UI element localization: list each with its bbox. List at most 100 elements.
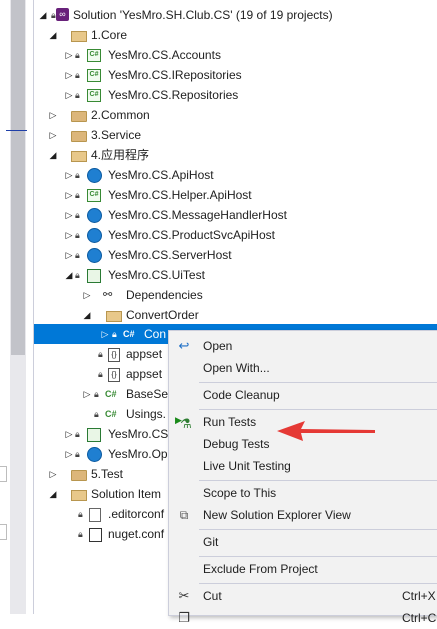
tree-row-project[interactable]: ▷ 🔒︎ YesMro.CS.ApiHost xyxy=(34,165,437,185)
tree-row-project[interactable]: ◢ 🔒︎ YesMro.CS.UiTest xyxy=(34,265,437,285)
file-label: appset xyxy=(126,347,163,361)
nuget-config-file-icon xyxy=(89,528,102,542)
expand-icon[interactable]: ▷ xyxy=(64,65,74,85)
lock-icon: 🔒︎ xyxy=(75,90,80,100)
tree-row-project[interactable]: ▷ 🔒︎ C# YesMro.CS.Helper.ApiHost xyxy=(34,185,437,205)
tree-row-project[interactable]: ▷ 🔒︎ C# YesMro.CS.Accounts xyxy=(34,45,437,65)
left-position-marker xyxy=(6,130,27,131)
dependencies-label: Dependencies xyxy=(126,288,203,302)
collapse-icon[interactable]: ◢ xyxy=(48,25,58,45)
expand-icon[interactable]: ▷ xyxy=(82,285,92,305)
project-label: YesMro.CS xyxy=(108,427,169,441)
lock-icon: 🔒︎ xyxy=(98,349,103,359)
csharp-file-icon: C# xyxy=(123,329,135,339)
web-project-icon xyxy=(87,208,102,223)
tree-row-folder[interactable]: ▷ 3.Service xyxy=(34,125,437,145)
project-label: YesMro.CS.Accounts xyxy=(108,48,221,62)
project-label: YesMro.CS.Helper.ApiHost xyxy=(108,188,252,202)
tree-row-folder[interactable]: ▷ 2.Common xyxy=(34,105,437,125)
menu-item-live-unit-testing[interactable]: Live Unit Testing xyxy=(169,455,437,477)
expand-icon[interactable]: ▷ xyxy=(64,245,74,265)
lock-icon: 🔒︎ xyxy=(75,449,80,459)
left-edge-box xyxy=(0,466,7,482)
collapse-icon[interactable]: ◢ xyxy=(64,265,74,285)
expand-icon[interactable]: ▷ xyxy=(64,45,74,65)
tree-row-folder[interactable]: ◢ 1.Core xyxy=(34,25,437,45)
left-scrollbar-thumb[interactable] xyxy=(11,0,25,355)
json-file-icon: {} xyxy=(108,368,120,382)
lock-icon: 🔒︎ xyxy=(75,250,80,260)
menu-item-git[interactable]: Git xyxy=(169,531,437,553)
menu-item-exclude-from-project[interactable]: Exclude From Project xyxy=(169,558,437,580)
menu-item-code-cleanup[interactable]: Code Cleanup xyxy=(169,384,437,406)
menu-separator xyxy=(199,529,437,530)
tree-row-project[interactable]: ▷ 🔒︎ C# YesMro.CS.IRepositories xyxy=(34,65,437,85)
tree-row-project[interactable]: ▷ 🔒︎ YesMro.CS.MessageHandlerHost xyxy=(34,205,437,225)
lock-icon: 🔒︎ xyxy=(75,210,80,220)
lock-icon: 🔒︎ xyxy=(75,50,80,60)
menu-item-open-with[interactable]: Open With... xyxy=(169,357,437,379)
lock-icon: 🔒︎ xyxy=(75,230,80,240)
lock-icon: 🔒︎ xyxy=(75,170,80,180)
lock-icon: 🔒︎ xyxy=(78,529,83,539)
collapse-icon[interactable]: ◢ xyxy=(38,5,48,25)
left-edge-box xyxy=(0,524,7,540)
menu-item-scope-to-this[interactable]: Scope to This xyxy=(169,482,437,504)
menu-item-new-solution-explorer-view[interactable]: ⧉ New Solution Explorer View xyxy=(169,504,437,526)
collapse-icon[interactable]: ◢ xyxy=(48,145,58,165)
editorconfig-file-icon xyxy=(89,508,101,522)
expand-icon[interactable]: ▷ xyxy=(48,105,58,125)
lock-icon: 🔒︎ xyxy=(75,190,80,200)
json-file-icon: {} xyxy=(108,348,120,362)
folder-icon xyxy=(71,470,87,481)
annotation-arrow-shape xyxy=(277,421,375,441)
web-project-icon xyxy=(87,228,102,243)
expand-icon[interactable]: ▷ xyxy=(48,464,58,484)
expand-icon[interactable]: ▷ xyxy=(64,424,74,444)
tree-row-folder[interactable]: ◢ 4.应用程序 xyxy=(34,145,437,165)
file-label: Con xyxy=(144,327,167,341)
lock-icon: 🔒︎ xyxy=(98,369,103,379)
project-label: YesMro.CS.IRepositories xyxy=(108,68,242,82)
tree-row-project[interactable]: ▷ 🔒︎ YesMro.CS.ServerHost xyxy=(34,245,437,265)
project-label: YesMro.CS.UiTest xyxy=(108,268,205,282)
folder-open-icon xyxy=(71,490,87,501)
menu-item-copy[interactable]: ❐ Ctrl+C xyxy=(169,607,437,629)
dependencies-icon: ⚯ xyxy=(103,289,113,301)
expand-icon[interactable]: ▷ xyxy=(64,165,74,185)
tree-row-folder[interactable]: ◢ ConvertOrder xyxy=(34,305,437,325)
solution-label: Solution 'YesMro.SH.Club.CS' (19 of 19 p… xyxy=(73,8,333,22)
tree-row-project[interactable]: ▷ 🔒︎ C# YesMro.CS.Repositories xyxy=(34,85,437,105)
expand-icon[interactable]: ▷ xyxy=(64,225,74,245)
folder-label: 1.Core xyxy=(91,28,128,42)
web-project-icon xyxy=(87,447,102,462)
tree-row-solution[interactable]: ◢ 🔒︎ ∞ Solution 'YesMro.SH.Club.CS' (19 … xyxy=(34,5,437,25)
project-label: YesMro.CS.ApiHost xyxy=(108,168,214,182)
lock-icon: 🔒︎ xyxy=(94,389,99,399)
expand-icon[interactable]: ▷ xyxy=(64,185,74,205)
expand-icon[interactable]: ▷ xyxy=(48,125,58,145)
lock-icon: 🔒︎ xyxy=(78,509,83,519)
expand-icon[interactable]: ▷ xyxy=(64,444,74,464)
menu-separator xyxy=(199,556,437,557)
new-window-icon: ⧉ xyxy=(179,508,189,522)
tree-row-dependencies[interactable]: ▷ ⚯ Dependencies xyxy=(34,285,437,305)
tree-row-project[interactable]: ▷ 🔒︎ YesMro.CS.ProductSvcApiHost xyxy=(34,225,437,245)
folder-open-icon xyxy=(71,151,87,162)
folder-label: ConvertOrder xyxy=(126,308,199,322)
test-project-icon xyxy=(87,269,101,283)
collapse-icon[interactable]: ◢ xyxy=(82,305,92,325)
expand-icon[interactable]: ▷ xyxy=(82,384,92,404)
expand-icon[interactable]: ▷ xyxy=(64,205,74,225)
folder-icon xyxy=(71,131,87,142)
collapse-icon[interactable]: ◢ xyxy=(48,484,58,504)
folder-open-icon xyxy=(71,31,87,42)
folder-label: 5.Test xyxy=(91,467,124,481)
menu-separator xyxy=(199,583,437,584)
menu-item-cut[interactable]: ✂ Cut Ctrl+X xyxy=(169,585,437,607)
csharp-project-icon: C# xyxy=(87,69,101,82)
menu-item-open[interactable]: ↩ Open xyxy=(169,335,437,357)
expand-icon[interactable]: ▷ xyxy=(100,324,110,344)
folder-label: Solution Item xyxy=(91,487,162,501)
expand-icon[interactable]: ▷ xyxy=(64,85,74,105)
